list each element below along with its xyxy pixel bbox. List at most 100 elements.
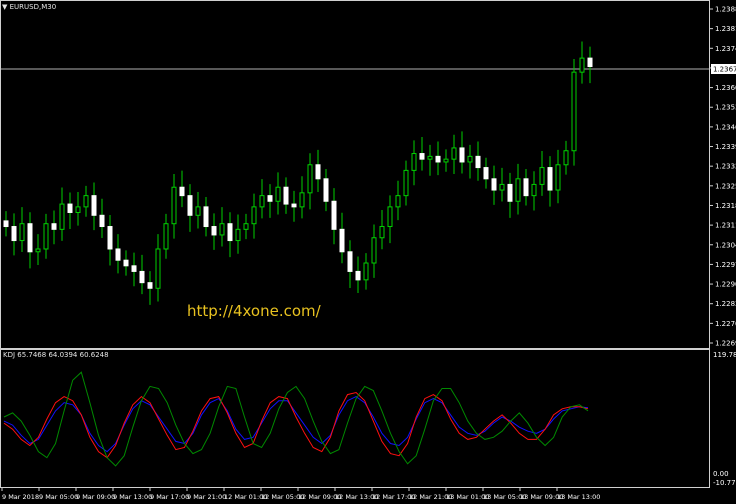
candle-body [67, 203, 73, 213]
candle-body [371, 237, 377, 264]
candle-body [171, 186, 177, 225]
candle-body [419, 153, 425, 160]
candle-body [547, 167, 553, 191]
current-price-tag: 1.23675 [711, 64, 736, 74]
price-tick-label: 1.23395 [715, 143, 736, 151]
candle-body [131, 265, 137, 272]
candle-body [347, 251, 353, 272]
candle-body [35, 248, 41, 253]
time-tick-label: 9 Mar 2018 [2, 493, 39, 501]
time-tick-label: 9 Mar 21:00 [187, 493, 226, 501]
candle-body [379, 226, 385, 239]
price-tick-label: 1.23185 [715, 202, 736, 210]
candle-body [331, 200, 337, 230]
candle-body [275, 186, 281, 202]
candle-body [507, 183, 513, 202]
candle-body [235, 228, 241, 242]
kdj-line-d [3, 391, 589, 459]
candle-body [139, 270, 145, 284]
candle-body [499, 183, 505, 191]
price-tick-label: 1.23605 [715, 84, 736, 92]
candle-body [467, 155, 473, 163]
candle-body [219, 223, 225, 236]
price-tick-label: 1.23465 [715, 123, 736, 131]
candle-body [555, 164, 561, 191]
candle-body [243, 223, 249, 230]
candle-body [83, 195, 89, 208]
candle-body [339, 228, 345, 253]
candle-body [147, 282, 153, 289]
candle-body [523, 178, 529, 197]
kdj-lines-group [3, 371, 589, 467]
candle-body [411, 153, 417, 171]
candle-body [251, 206, 257, 225]
candle-body [59, 203, 65, 230]
candle-body [99, 214, 105, 228]
indicator-bottom-label: -10.7796 [713, 479, 736, 487]
candle-body [11, 226, 17, 242]
candle-body [227, 223, 233, 242]
price-tick-label: 1.23745 [715, 45, 736, 53]
price-tick-label: 1.23325 [715, 163, 736, 171]
candle-body [187, 195, 193, 216]
candle-body [571, 71, 577, 152]
candle-body [43, 223, 49, 250]
candle-body [107, 226, 113, 250]
candle-body [283, 186, 289, 205]
candle-body [539, 167, 545, 185]
candle-body [163, 223, 169, 250]
candle-body [387, 206, 393, 228]
candle-body [291, 203, 297, 208]
indicator-mid-label: 0.00 [713, 470, 729, 478]
candle-body [435, 155, 441, 163]
candle-body [155, 248, 161, 289]
candle-body [259, 195, 265, 208]
candle-body [395, 195, 401, 208]
candle-body [515, 178, 521, 202]
price-tick-label: 1.23885 [715, 6, 736, 14]
price-axis: 1.23885 1.23815 1.23745 1.23675 1.23605 1.235… [709, 6, 736, 348]
candle-body [115, 248, 121, 261]
candle-body [579, 57, 585, 73]
candle-body [315, 164, 321, 180]
time-tick-label: 9 Mar 13:00 [113, 493, 152, 501]
candle-body [427, 155, 433, 160]
price-tick-label: 1.23535 [715, 104, 736, 112]
candle-body [355, 270, 361, 281]
candle-body [299, 192, 305, 208]
indicator-frame [0, 349, 710, 488]
candle-body [491, 178, 497, 191]
candle-body [123, 259, 129, 267]
candle-body [531, 183, 537, 197]
price-tick-label: 1.23255 [715, 182, 736, 190]
candle-body [75, 206, 81, 213]
candle-body [3, 220, 9, 228]
time-tick-label: 13 Mar 13:00 [557, 493, 600, 501]
price-chart-frame [0, 0, 710, 349]
candle-body [51, 223, 57, 230]
candle-body [563, 150, 569, 166]
price-chart[interactable]: 1.23885 1.23815 1.23745 1.23675 1.23605 1.235… [0, 0, 736, 349]
price-tick-label: 1.23045 [715, 241, 736, 249]
candle-body [211, 226, 217, 236]
candle-body [195, 206, 201, 216]
candle-body [307, 164, 313, 194]
indicator-top-label: 119.788 [713, 351, 736, 359]
candles-group [3, 41, 593, 305]
kdj-indicator-chart[interactable]: 119.788 0.00 -10.7796 9 Mar 20189 Mar 05… [0, 349, 736, 504]
candle-body [363, 262, 369, 281]
price-tick-label: 1.22695 [715, 340, 736, 348]
candle-body [179, 186, 185, 197]
candle-body [91, 195, 97, 216]
current-price-label: 1.23675 [713, 66, 736, 74]
price-tick-label: 1.22835 [715, 300, 736, 308]
candle-body [203, 206, 209, 228]
candle-body [483, 167, 489, 180]
price-tick-label: 1.23115 [715, 222, 736, 230]
kdj-line-j [3, 371, 589, 467]
price-tick-label: 1.23815 [715, 25, 736, 33]
time-tick-label: 9 Mar 17:00 [150, 493, 189, 501]
candle-body [459, 147, 465, 163]
time-tick-label: 9 Mar 05:00 [39, 493, 78, 501]
candle-body [323, 178, 329, 202]
